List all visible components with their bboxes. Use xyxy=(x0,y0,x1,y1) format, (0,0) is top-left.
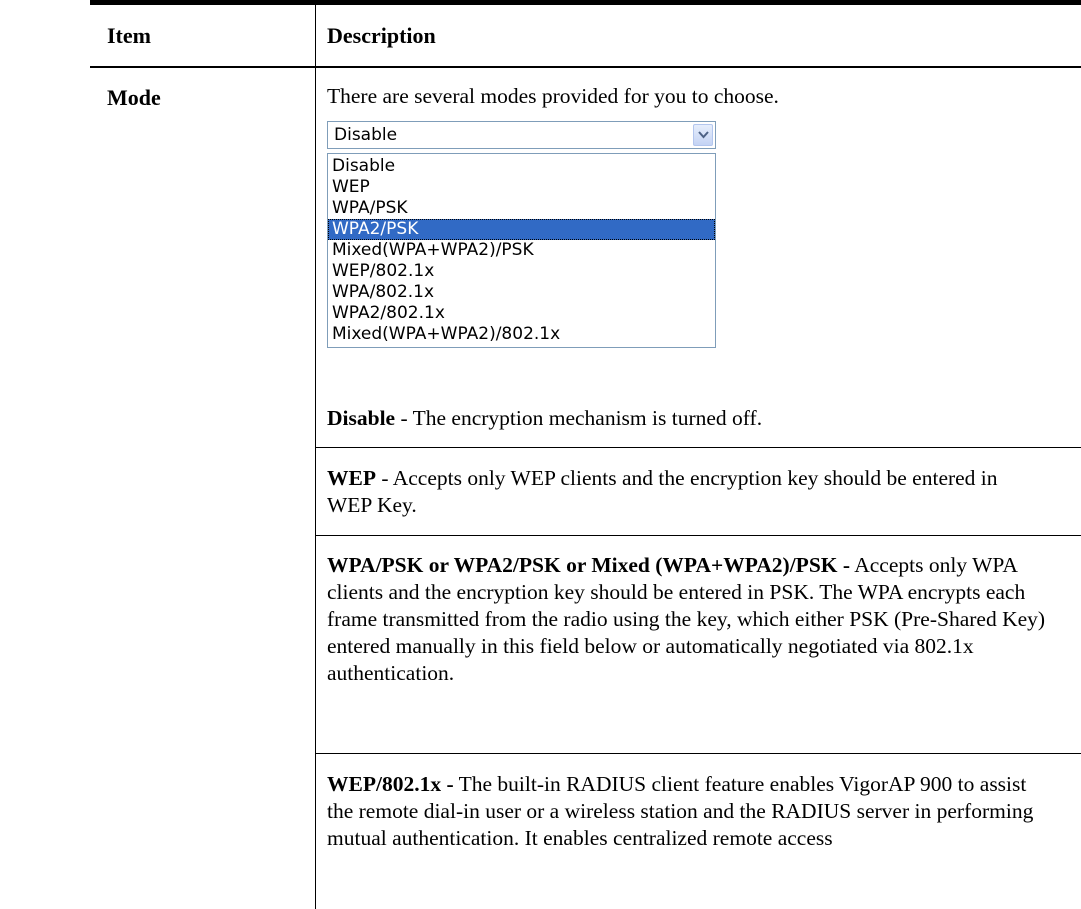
header-description: Description xyxy=(327,23,436,48)
chevron-down-icon[interactable] xyxy=(693,124,713,146)
mode-option[interactable]: WPA/802.1x xyxy=(328,282,715,303)
header-item: Item xyxy=(107,23,151,48)
term-wep: WEP xyxy=(327,466,376,490)
mode-option[interactable]: WPA2/802.1x xyxy=(328,303,715,324)
desc-disable: Disable - The encryption mechanism is tu… xyxy=(327,405,1047,432)
intro-text: There are several modes provided for you… xyxy=(327,84,779,108)
mode-option[interactable]: WEP xyxy=(328,177,715,198)
desc-wep: WEP - Accepts only WEP clients and the e… xyxy=(327,465,1047,519)
row-separator xyxy=(316,753,1081,754)
row-separator xyxy=(316,447,1081,448)
term-disable: Disable xyxy=(327,406,396,430)
mode-select-value: Disable xyxy=(334,125,398,145)
mode-option[interactable]: WEP/802.1x xyxy=(328,261,715,282)
mode-option[interactable]: Disable xyxy=(328,156,715,177)
item-mode-label: Mode xyxy=(107,85,161,110)
description-table: Item Description Mode There are several … xyxy=(90,0,1081,909)
row-separator xyxy=(316,535,1081,536)
desc-wep-8021x: WEP/802.1x - The built-in RADIUS client … xyxy=(327,771,1047,852)
mode-option[interactable]: Mixed(WPA+WPA2)/PSK xyxy=(328,240,715,261)
table-header-row: Item Description xyxy=(90,5,1081,68)
column-divider xyxy=(315,5,316,909)
term-wpa-psk: WPA/PSK or WPA2/PSK or Mixed (WPA+WPA2)/… xyxy=(327,553,851,577)
mode-option[interactable]: WPA2/PSK xyxy=(328,219,715,240)
desc-wpa-psk: WPA/PSK or WPA2/PSK or Mixed (WPA+WPA2)/… xyxy=(327,552,1047,687)
text-disable: - The encryption mechanism is turned off… xyxy=(395,406,763,430)
text-wep: - Accepts only WEP clients and the encry… xyxy=(327,466,998,517)
mode-dropdown-list: Disable WEP WPA/PSK WPA2/PSK Mixed(WPA+WPA2)… xyxy=(327,153,716,348)
term-wep-8021x: WEP/802.1x - xyxy=(327,772,454,796)
mode-select[interactable]: Disable xyxy=(327,121,716,149)
mode-option[interactable]: Mixed(WPA+WPA2)/802.1x xyxy=(328,324,715,345)
mode-option[interactable]: WPA/PSK xyxy=(328,198,715,219)
